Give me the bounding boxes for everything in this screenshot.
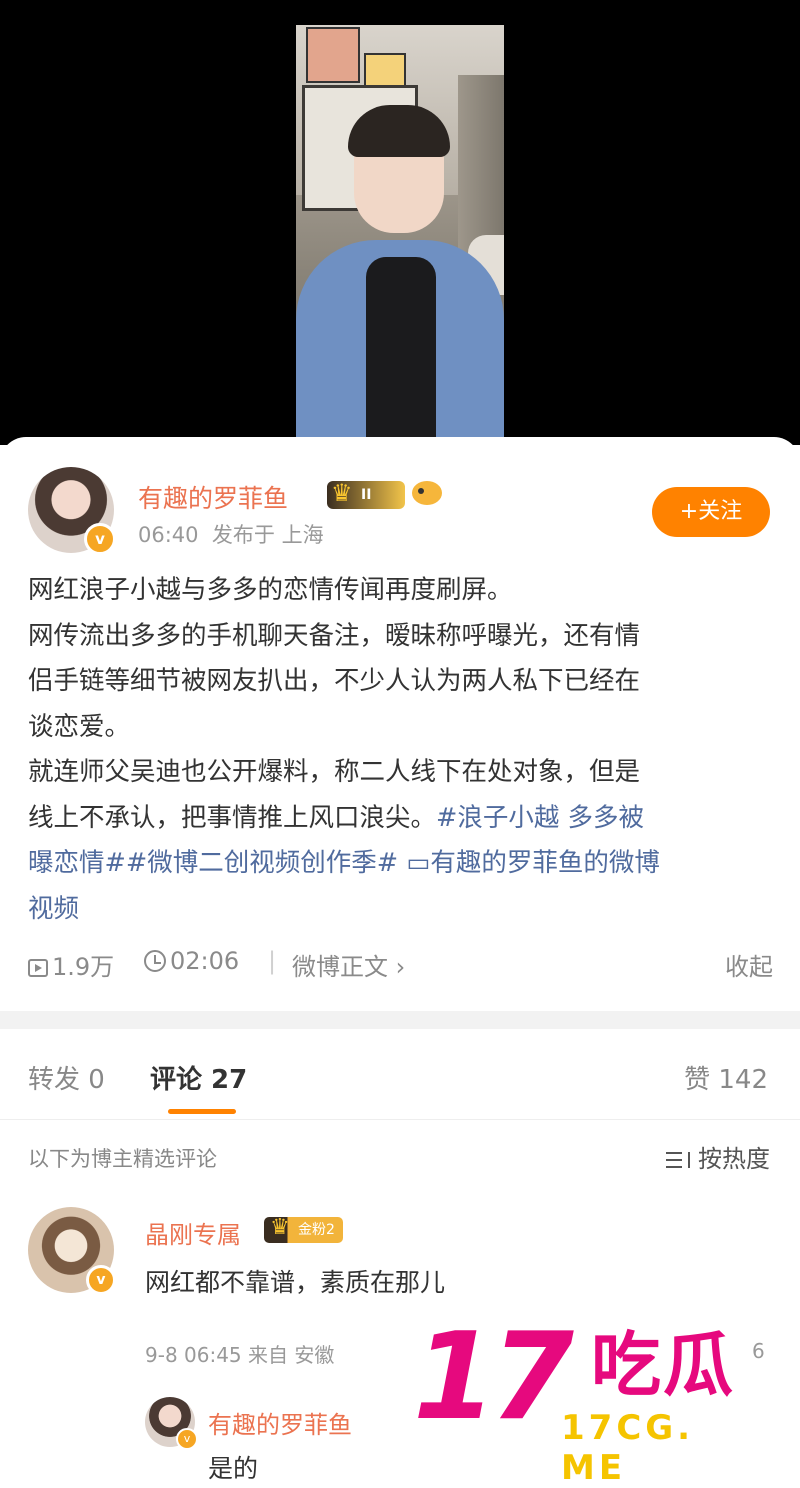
sort-icon [666,1150,690,1170]
video-link-text: 有趣的罗菲鱼的微博 [430,848,660,878]
body-line: 线上不承认，把事情推上风口浪尖。 [28,802,437,833]
author-avatar[interactable]: v [28,467,116,555]
commenter-name[interactable]: 晶刚专属 [145,1215,241,1250]
body-line: 网红浪子小越与多多的恋情传闻再度刷屏。 [28,575,513,605]
filter-label: 以下为博主精选评论 [28,1147,217,1171]
body-line: 网传流出多多的手机聊天备注，暧昧称呼曝光，还有情 [28,620,641,651]
verified-icon: v [176,1428,198,1450]
follow-button[interactable]: +关注 [652,487,770,537]
sort-button[interactable]: 按热度 [666,1139,770,1174]
verified-icon: v [86,1265,116,1295]
watermark-number: 17 [413,1308,574,1447]
fan-badge: 金粉2 [264,1215,343,1243]
clock-icon [144,950,166,972]
post-location: 发布于 上海 [211,523,324,547]
reply-avatar[interactable]: v [145,1397,198,1450]
video-player[interactable] [0,0,800,445]
duration: 02:06 [144,947,239,975]
hashtag-link[interactable]: #浪子小越 多多被 [436,803,644,833]
verified-icon: v [84,523,116,555]
video-frame [296,25,504,437]
video-link[interactable]: ▭有趣的罗菲鱼的微博 [406,848,660,878]
watermark-text: 吃瓜 [591,1324,735,1406]
post-time: 06:40 [138,523,199,547]
post-meta: 06:40 发布于 上海 [138,519,324,549]
post-body: 网红浪子小越与多多的恋情传闻再度刷屏。网传流出多多的手机聊天备注，暧昧称呼曝光，… [28,568,768,932]
tab-likes[interactable]: 赞 142 [684,1059,768,1096]
tab-comments[interactable]: 评论 27 [150,1059,247,1096]
commenter-avatar[interactable]: v [28,1207,116,1295]
chevron-right-icon: › [395,953,406,981]
vip-level-badge: II [327,479,405,509]
divider: | [268,947,277,975]
collapse-button[interactable]: 收起 [725,947,773,982]
reply-author-name[interactable]: 有趣的罗菲鱼 [208,1405,352,1440]
video-camera-icon: ▭ [406,848,431,878]
body-line: 侣手链等细节被网友扒出，不少人认为两人私下已经在 [28,666,641,696]
site-watermark: 17 吃瓜 17CG. ME [413,1308,773,1488]
author-name[interactable]: 有趣的罗菲鱼 [138,479,288,515]
play-count: 1.9万 [28,947,114,982]
comment-tabs: 转发 0 评论 27 赞 142 [0,1029,800,1120]
fish-icon [412,481,442,505]
comment-text: 网红都不靠谱，素质在那儿 [145,1268,446,1297]
hashtag-link-cont[interactable]: 曝恋情# [28,848,126,878]
section-divider [0,1011,800,1029]
body-line: 就连师父吴迪也公开爆料，称二人线下在处对象，但是 [28,757,641,787]
tab-repost[interactable]: 转发 0 [28,1059,105,1096]
active-tab-indicator [168,1109,236,1114]
body-line: 谈恋爱。 [28,711,131,742]
post-stats: 1.9万 02:06 | 微博正文 › 收起 [28,947,773,987]
weibo-text-link[interactable]: 微博正文 › [292,947,405,982]
watermark-domain: 17CG. ME [561,1408,695,1488]
video-link-cont[interactable]: 视频 [28,894,79,924]
comment-meta: 9-8 06:45 来自 安徽 [145,1343,335,1367]
hashtag-link[interactable]: #微博二创视频创作季# [126,848,398,878]
reply-text: 是的 [208,1454,259,1483]
comment-filter: 以下为博主精选评论 按热度 [0,1137,800,1187]
play-icon [28,959,48,977]
